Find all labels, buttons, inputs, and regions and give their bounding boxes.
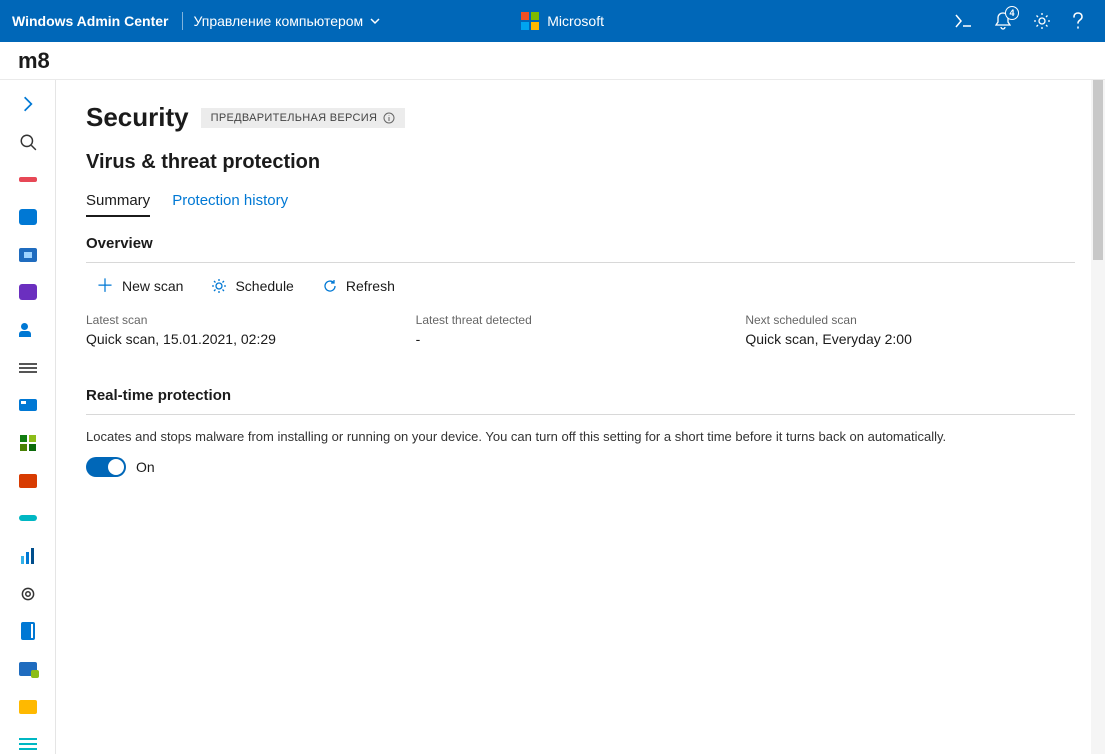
- nav-item-4[interactable]: [18, 282, 38, 302]
- lines-icon: [19, 738, 37, 750]
- gear-icon: [211, 278, 227, 294]
- plus-icon: ＋: [96, 277, 114, 295]
- nav-item-10[interactable]: [18, 508, 38, 528]
- tile-icon: [19, 399, 37, 411]
- scrollbar-thumb[interactable]: [1093, 80, 1103, 260]
- header-divider: [182, 12, 183, 30]
- realtime-title: Real-time protection: [86, 387, 1075, 415]
- overview-info: Latest scan Quick scan, 15.01.2021, 02:2…: [86, 313, 1075, 347]
- powershell-button[interactable]: [955, 14, 973, 28]
- body: Security ПРЕДВАРИТЕЛЬНАЯ ВЕРСИЯ Virus & …: [0, 80, 1105, 754]
- microsoft-text: Microsoft: [547, 13, 604, 29]
- nav-item-11[interactable]: [18, 546, 38, 566]
- left-nav: [0, 80, 56, 754]
- tile-icon: [19, 284, 37, 300]
- tile-icon: [19, 474, 37, 488]
- new-scan-label: New scan: [122, 278, 183, 294]
- nav-item-16[interactable]: [18, 734, 38, 754]
- info-icon: [383, 112, 395, 124]
- notification-badge: 4: [1005, 6, 1019, 20]
- refresh-label: Refresh: [346, 278, 395, 294]
- nav-expand[interactable]: [18, 94, 38, 114]
- tabs: Summary Protection history: [86, 192, 1075, 217]
- top-header: Windows Admin Center Управление компьюте…: [0, 0, 1105, 42]
- header-actions: 4: [955, 12, 1093, 30]
- latest-scan-col: Latest scan Quick scan, 15.01.2021, 02:2…: [86, 313, 416, 347]
- nav-item-2[interactable]: [18, 207, 38, 227]
- nav-item-7[interactable]: [18, 395, 38, 415]
- schedule-button[interactable]: Schedule: [211, 277, 293, 295]
- apps-icon: [20, 435, 36, 451]
- tile-icon: [19, 209, 37, 225]
- latest-threat-col: Latest threat detected -: [416, 313, 746, 347]
- people-icon: [19, 323, 37, 337]
- folder-icon: [19, 700, 37, 714]
- next-scan-value: Quick scan, Everyday 2:00: [745, 331, 1075, 347]
- nav-item-13[interactable]: [18, 621, 38, 641]
- next-scan-label: Next scheduled scan: [745, 313, 1075, 327]
- nav-item-14[interactable]: [18, 659, 38, 679]
- main-content: Security ПРЕДВАРИТЕЛЬНАЯ ВЕРСИЯ Virus & …: [56, 80, 1105, 754]
- section-title: Virus & threat protection: [86, 151, 1075, 174]
- help-button[interactable]: [1073, 12, 1083, 30]
- notifications-button[interactable]: 4: [995, 12, 1011, 30]
- latest-threat-value: -: [416, 331, 746, 347]
- nav-item-15[interactable]: [18, 697, 38, 717]
- preview-badge[interactable]: ПРЕДВАРИТЕЛЬНАЯ ВЕРСИЯ: [201, 108, 406, 128]
- schedule-label: Schedule: [235, 278, 293, 294]
- microsoft-logo-icon: [521, 12, 539, 30]
- next-scan-col: Next scheduled scan Quick scan, Everyday…: [745, 313, 1075, 347]
- chevron-down-icon: [369, 15, 381, 27]
- latest-scan-value: Quick scan, 15.01.2021, 02:29: [86, 331, 416, 347]
- latest-threat-label: Latest threat detected: [416, 313, 746, 327]
- context-dropdown[interactable]: Управление компьютером: [193, 13, 381, 29]
- machine-name: m8: [18, 48, 50, 74]
- microsoft-logo: Microsoft: [521, 12, 604, 30]
- nav-item-1[interactable]: [18, 169, 38, 189]
- machine-row: m8: [0, 42, 1105, 80]
- realtime-toggle-row: On: [86, 457, 1075, 477]
- nav-item-9[interactable]: [18, 471, 38, 491]
- tile-icon: [19, 177, 37, 182]
- gear-icon: [1033, 12, 1051, 30]
- realtime-toggle[interactable]: [86, 457, 126, 477]
- settings-button[interactable]: [1033, 12, 1051, 30]
- chart-icon: [21, 548, 34, 564]
- brand-title[interactable]: Windows Admin Center: [12, 13, 182, 29]
- overview-title: Overview: [86, 235, 1075, 263]
- realtime-desc: Locates and stops malware from installin…: [86, 427, 1075, 447]
- tab-protection-history[interactable]: Protection history: [172, 192, 288, 217]
- preview-badge-label: ПРЕДВАРИТЕЛЬНАЯ ВЕРСИЯ: [211, 112, 378, 124]
- page-title: Security: [86, 102, 189, 133]
- scrollbar-track[interactable]: [1091, 80, 1105, 754]
- nav-item-3[interactable]: [18, 245, 38, 265]
- book-icon: [21, 622, 35, 640]
- help-icon: [1073, 12, 1083, 30]
- context-label: Управление компьютером: [193, 13, 363, 29]
- tile-icon: [19, 662, 37, 676]
- refresh-icon: [322, 278, 338, 294]
- search-icon: [19, 133, 37, 151]
- latest-scan-label: Latest scan: [86, 313, 416, 327]
- nav-item-12[interactable]: [18, 584, 38, 604]
- list-icon: [19, 363, 37, 373]
- nav-item-5[interactable]: [18, 320, 38, 340]
- nav-search[interactable]: [18, 132, 38, 152]
- gear-outline-icon: [19, 585, 37, 603]
- overview-toolbar: ＋ New scan Schedule Refresh: [86, 277, 1075, 295]
- realtime-toggle-label: On: [136, 459, 155, 475]
- page-title-row: Security ПРЕДВАРИТЕЛЬНАЯ ВЕРСИЯ: [86, 102, 1075, 133]
- refresh-button[interactable]: Refresh: [322, 277, 395, 295]
- new-scan-button[interactable]: ＋ New scan: [96, 277, 183, 295]
- tile-icon: [19, 515, 37, 521]
- chevron-right-icon: [19, 95, 37, 113]
- tab-summary[interactable]: Summary: [86, 192, 150, 217]
- monitor-icon: [19, 248, 37, 262]
- terminal-icon: [955, 14, 973, 28]
- nav-item-6[interactable]: [18, 358, 38, 378]
- nav-item-8[interactable]: [18, 433, 38, 453]
